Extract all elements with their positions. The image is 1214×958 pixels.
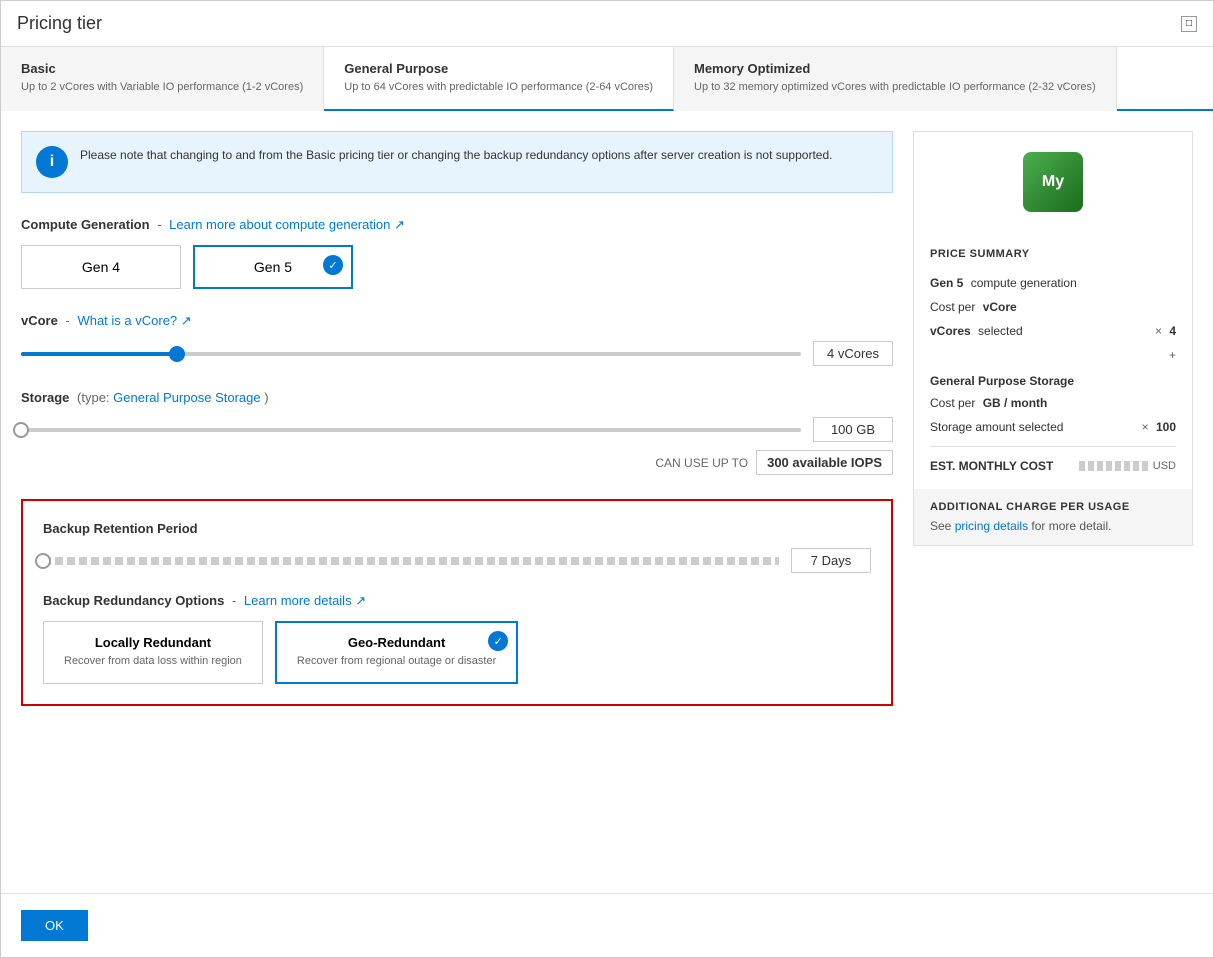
storage-amount-value: × 100: [1142, 420, 1176, 434]
tab-mo-title: Memory Optimized: [694, 61, 1096, 76]
storage-slider-track[interactable]: [21, 428, 801, 432]
info-box: i Please note that changing to and from …: [21, 131, 893, 193]
price-summary-title: PRICE SUMMARY: [930, 248, 1176, 260]
storage-slider-container: 100 GB: [21, 417, 893, 442]
locally-redundant-title: Locally Redundant: [64, 635, 242, 650]
storage-value-box: 100 GB: [813, 417, 893, 442]
additional-charge-section: ADDITIONAL CHARGE PER USAGE See pricing …: [914, 489, 1192, 545]
gp-storage-title: General Purpose Storage: [930, 374, 1176, 388]
tab-basic-title: Basic: [21, 61, 303, 76]
storage-type-link[interactable]: General Purpose Storage: [113, 390, 260, 405]
cost-per-gb-row: Cost per GB / month: [930, 396, 1176, 410]
vcore-learn-more-link[interactable]: What is a vCore? ↗: [77, 313, 191, 328]
compute-learn-more-link[interactable]: Learn more about compute generation ↗: [169, 217, 405, 232]
price-summary-section: PRICE SUMMARY Gen 5 compute generation C…: [914, 232, 1192, 489]
tab-gp-title: General Purpose: [344, 61, 653, 76]
backup-retention-subsection: Backup Retention Period 7 Days: [43, 521, 871, 573]
compute-generation-section: Compute Generation - Learn more about co…: [21, 217, 893, 289]
tab-mo-desc: Up to 32 memory optimized vCores with pr…: [694, 80, 1096, 95]
pricing-details-link[interactable]: pricing details: [955, 519, 1028, 533]
backup-value-box: 7 Days: [791, 548, 871, 573]
est-monthly-cost-row: EST. MONTHLY COST USD: [930, 459, 1176, 473]
vcore-slider-fill: [21, 352, 177, 356]
storage-section: Storage (type: General Purpose Storage )…: [21, 390, 893, 475]
vcore-count-label: vCores selected: [930, 324, 1023, 338]
info-message: Please note that changing to and from th…: [80, 146, 832, 164]
price-card: PRICE SUMMARY Gen 5 compute generation C…: [913, 131, 1193, 546]
geo-redundant-desc: Recover from regional outage or disaster: [297, 654, 496, 669]
backup-retention-label: Backup Retention Period: [43, 521, 871, 536]
content-area: i Please note that changing to and from …: [1, 111, 1213, 893]
vcore-slider-thumb[interactable]: [169, 346, 185, 362]
ok-button[interactable]: OK: [21, 910, 88, 941]
storage-section-label: Storage (type: General Purpose Storage ): [21, 390, 893, 405]
storage-amount-label: Storage amount selected: [930, 420, 1063, 434]
est-monthly-label: EST. MONTHLY COST: [930, 459, 1053, 473]
footer: OK: [1, 893, 1213, 957]
vcore-section: vCore - What is a vCore? ↗ 4 vCores: [21, 313, 893, 366]
storage-slider-thumb[interactable]: [13, 422, 29, 438]
redundancy-section-label: Backup Redundancy Options - Learn more d…: [43, 593, 871, 609]
currency-label: USD: [1153, 460, 1176, 472]
geo-redundant-button[interactable]: Geo-Redundant Recover from regional outa…: [275, 621, 518, 683]
storage-slider-fill: [21, 428, 801, 432]
backup-slider-thumb[interactable]: [35, 553, 51, 569]
side-panel: PRICE SUMMARY Gen 5 compute generation C…: [913, 131, 1193, 873]
plus-row: +: [930, 348, 1176, 362]
window-controls: □: [1181, 16, 1197, 32]
redundancy-external-link-icon: ↗: [355, 593, 366, 608]
tab-gp-desc: Up to 64 vCores with predictable IO perf…: [344, 80, 653, 95]
vcore-value-box: 4 vCores: [813, 341, 893, 366]
maximize-button[interactable]: □: [1181, 16, 1197, 32]
vcore-count-value: × 4: [1155, 324, 1176, 338]
pricing-tier-window: Pricing tier □ Basic Up to 2 vCores with…: [0, 0, 1214, 958]
mysql-logo-icon: [1023, 152, 1083, 212]
cost-per-vcore-row: Cost per vCore: [930, 300, 1176, 314]
cost-per-gb-label: Cost per GB / month: [930, 396, 1047, 410]
compute-buttons: Gen 4 Gen 5 ✓: [21, 245, 893, 289]
tab-basic-desc: Up to 2 vCores with Variable IO performa…: [21, 80, 303, 95]
locally-redundant-button[interactable]: Locally Redundant Recover from data loss…: [43, 621, 263, 683]
main-panel: i Please note that changing to and from …: [21, 131, 893, 873]
iops-row: CAN USE UP TO 300 available IOPS: [21, 450, 893, 475]
tab-general-purpose[interactable]: General Purpose Up to 64 vCores with pre…: [324, 47, 674, 111]
title-bar: Pricing tier □: [1, 1, 1213, 47]
vcore-count-row: vCores selected × 4: [930, 324, 1176, 338]
backup-section: Backup Retention Period 7 Days Backup Re…: [21, 499, 893, 705]
backup-slider-container: 7 Days: [43, 548, 871, 573]
geo-check-icon: ✓: [488, 631, 508, 651]
price-logo: [914, 132, 1192, 232]
gen5-check-icon: ✓: [323, 255, 343, 275]
compute-gen-row: Gen 5 compute generation: [930, 276, 1176, 290]
vcore-slider-track[interactable]: [21, 352, 801, 356]
compute-section-label: Compute Generation - Learn more about co…: [21, 217, 893, 233]
backup-slider-track[interactable]: [43, 557, 779, 565]
vcore-section-label: vCore - What is a vCore? ↗: [21, 313, 893, 329]
gen4-button[interactable]: Gen 4: [21, 245, 181, 289]
backup-redundancy-section: Backup Redundancy Options - Learn more d…: [43, 593, 871, 683]
est-monthly-amount: [1079, 461, 1149, 471]
window-title: Pricing tier: [17, 13, 102, 34]
gen5-button[interactable]: Gen 5 ✓: [193, 245, 353, 289]
locally-redundant-desc: Recover from data loss within region: [64, 654, 242, 669]
iops-label: CAN USE UP TO: [655, 456, 748, 470]
additional-charge-title: ADDITIONAL CHARGE PER USAGE: [930, 501, 1176, 513]
tab-basic[interactable]: Basic Up to 2 vCores with Variable IO pe…: [1, 47, 324, 111]
price-divider: [930, 446, 1176, 447]
redundancy-learn-more-link[interactable]: Learn more details ↗: [244, 593, 366, 608]
cost-per-vcore-label: Cost per vCore: [930, 300, 1017, 314]
geo-redundant-title: Geo-Redundant: [297, 635, 496, 650]
additional-charge-text: See pricing details for more detail.: [930, 519, 1176, 533]
external-link-icon: ↗: [394, 217, 405, 232]
tab-memory-optimized[interactable]: Memory Optimized Up to 32 memory optimiz…: [674, 47, 1117, 111]
info-icon: i: [36, 146, 68, 178]
vcore-slider-container: 4 vCores: [21, 341, 893, 366]
vcore-external-link-icon: ↗: [181, 313, 192, 328]
tabs-bar: Basic Up to 2 vCores with Variable IO pe…: [1, 47, 1213, 111]
redundancy-buttons: Locally Redundant Recover from data loss…: [43, 621, 871, 683]
storage-amount-row: Storage amount selected × 100: [930, 420, 1176, 434]
compute-gen-label: Gen 5 compute generation: [930, 276, 1077, 290]
est-monthly-value: USD: [1079, 460, 1176, 472]
iops-value: 300 available IOPS: [756, 450, 893, 475]
